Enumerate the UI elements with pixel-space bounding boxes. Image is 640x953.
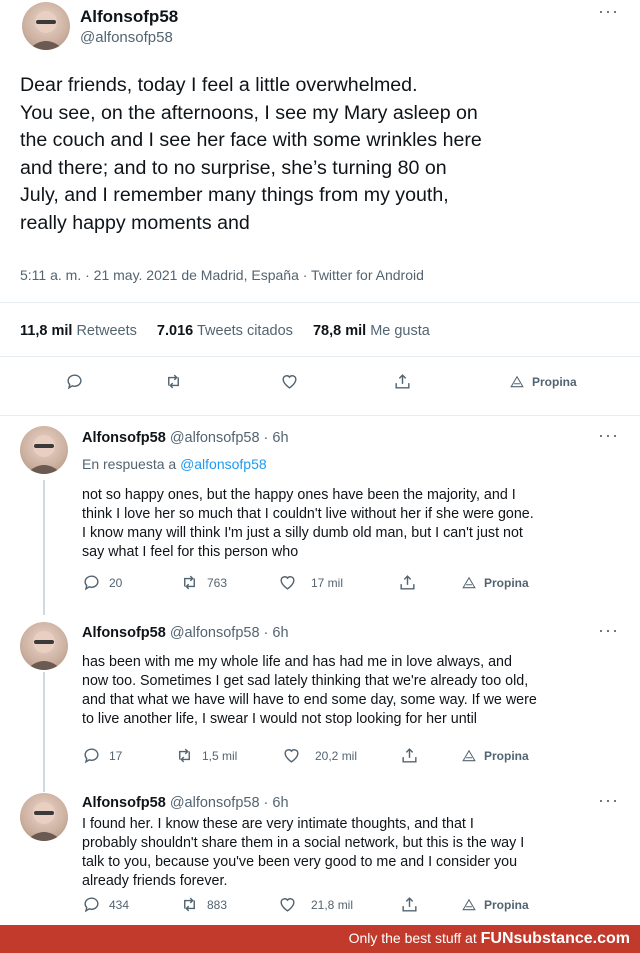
avatar[interactable] — [20, 793, 68, 841]
tip-button[interactable]: Propina — [462, 576, 529, 590]
reply-button[interactable] — [65, 372, 84, 391]
share-button[interactable] — [400, 746, 419, 765]
like-button[interactable]: 20,2 mil — [282, 746, 357, 765]
more-options-icon[interactable]: ··· — [598, 426, 619, 444]
like-button[interactable]: 17 mil — [278, 573, 343, 592]
avatar[interactable] — [20, 622, 68, 670]
like-icon — [280, 576, 295, 590]
reply-icon — [84, 897, 99, 913]
reply-header[interactable]: Alfonsofp58 @alfonsofp58 · 6h — [82, 625, 289, 641]
footer-text: Only the best stuff at FUNsubstance.com — [348, 930, 630, 947]
watermark-footer: Only the best stuff at FUNsubstance.com — [0, 925, 640, 953]
like-button[interactable]: 21,8 mil — [278, 895, 353, 914]
tweet-stats: 11,8 mil Retweets 7.016 Tweets citados 7… — [20, 323, 446, 339]
tweet-text: Dear friends, today I feel a little over… — [20, 74, 482, 234]
reply-text: I found her. I know these are very intim… — [82, 816, 525, 889]
tip-icon — [462, 576, 476, 589]
main-action-bar: Propina — [0, 372, 640, 398]
retweet-icon — [184, 575, 195, 590]
like-icon — [280, 898, 295, 912]
footer-brand[interactable]: FUNsubstance.com — [481, 930, 630, 947]
like-icon — [282, 375, 297, 389]
reply-text: not so happy ones, but the happy ones ha… — [82, 487, 534, 560]
divider — [0, 302, 640, 303]
retweet-icon — [179, 748, 190, 763]
retweet-button[interactable]: 1,5 mil — [175, 746, 237, 765]
reply-action-bar: 17 1,5 mil 20,2 mil Propina — [0, 746, 640, 772]
tip-icon — [462, 898, 476, 911]
like-button[interactable] — [280, 372, 299, 391]
share-button[interactable] — [393, 372, 412, 391]
retweet-button[interactable]: 883 — [180, 895, 227, 914]
share-button[interactable] — [400, 895, 419, 914]
tip-button[interactable]: Propina — [462, 898, 529, 912]
divider — [0, 415, 640, 416]
reply-context: En respuesta a @alfonsofp58 — [82, 456, 267, 472]
reply-button[interactable]: 434 — [82, 895, 129, 914]
reply-button[interactable]: 20 — [82, 573, 122, 592]
likes-stat[interactable]: 78,8 mil Me gusta — [313, 323, 430, 339]
reply-text: has been with me my whole life and has h… — [82, 654, 537, 727]
more-options-icon[interactable]: ··· — [598, 621, 619, 639]
retweets-stat[interactable]: 11,8 mil Retweets — [20, 323, 137, 339]
tip-button[interactable]: Propina — [510, 375, 577, 389]
share-icon — [400, 575, 415, 590]
share-icon — [402, 748, 417, 763]
reply-icon — [84, 575, 99, 591]
like-icon — [284, 749, 299, 763]
tip-icon — [462, 749, 476, 762]
reply-button[interactable]: 17 — [82, 746, 122, 765]
handle[interactable]: @alfonsofp58 — [80, 29, 173, 46]
reply-header[interactable]: Alfonsofp58 @alfonsofp58 · 6h — [82, 430, 289, 446]
retweet-icon — [168, 374, 179, 389]
thread-line — [43, 672, 45, 792]
more-options-icon[interactable]: ··· — [598, 791, 619, 809]
reply-icon — [84, 748, 99, 764]
avatar[interactable] — [22, 2, 70, 50]
reply-to-link[interactable]: @alfonsofp58 — [180, 456, 267, 472]
share-icon — [395, 374, 410, 389]
avatar[interactable] — [20, 426, 68, 474]
tweet-meta[interactable]: 5:11 a. m. · 21 may. 2021 de Madrid, Esp… — [20, 267, 424, 283]
retweet-icon — [184, 897, 195, 912]
tip-icon — [510, 375, 524, 388]
reply-icon — [67, 374, 82, 390]
reply-action-bar: 20 763 17 mil Propina — [0, 573, 640, 599]
divider — [0, 356, 640, 357]
tip-button[interactable]: Propina — [462, 749, 529, 763]
reply-action-bar: 434 883 21,8 mil Propina — [0, 895, 640, 921]
reply-header[interactable]: Alfonsofp58 @alfonsofp58 · 6h — [82, 795, 289, 811]
retweet-button[interactable]: 763 — [180, 573, 227, 592]
quotes-stat[interactable]: 7.016 Tweets citados — [157, 323, 293, 339]
display-name[interactable]: Alfonsofp58 — [80, 7, 178, 27]
share-button[interactable] — [398, 573, 417, 592]
more-options-icon[interactable]: ··· — [598, 2, 619, 20]
share-icon — [402, 897, 417, 912]
retweet-button[interactable] — [164, 372, 183, 391]
